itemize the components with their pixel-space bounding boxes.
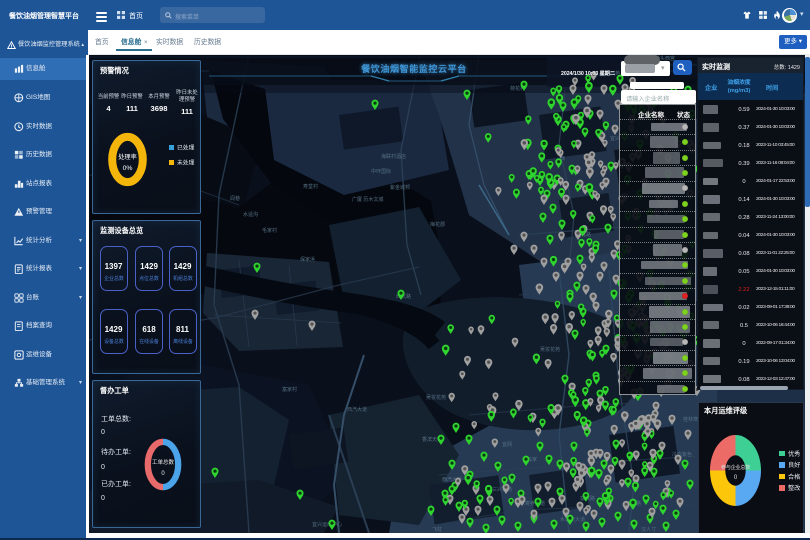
svg-text:梅花郡: 梅花郡 — [430, 221, 445, 228]
svg-text:寿堂村: 寿堂村 — [303, 183, 318, 190]
svg-text:保家浜: 保家浜 — [300, 256, 315, 263]
svg-text:吴妆花苑: 吴妆花苑 — [426, 394, 446, 401]
svg-text:宜网: 宜网 — [502, 441, 512, 448]
svg-text:富家村: 富家村 — [282, 386, 297, 393]
svg-text:西汽大道: 西汽大道 — [347, 406, 367, 413]
svg-text:飞虹: 飞虹 — [432, 526, 442, 533]
svg-text:中环国际: 中环国际 — [371, 168, 391, 175]
svg-text:海联村酒店: 海联村酒店 — [381, 153, 406, 160]
svg-text:吴妆花苑: 吴妆花苑 — [540, 346, 560, 353]
svg-text:紫金城邦: 紫金城邦 — [390, 184, 410, 191]
svg-text:闾巷: 闾巷 — [230, 195, 240, 202]
svg-text:水遥沟: 水遥沟 — [243, 211, 258, 218]
svg-text:宜兴运动中心: 宜兴运动中心 — [312, 521, 342, 528]
svg-text:毛家村: 毛家村 — [262, 227, 277, 234]
svg-text:汉人寸: 汉人寸 — [641, 526, 656, 533]
svg-text:广厦 历木文城: 广厦 历木文城 — [352, 196, 383, 203]
